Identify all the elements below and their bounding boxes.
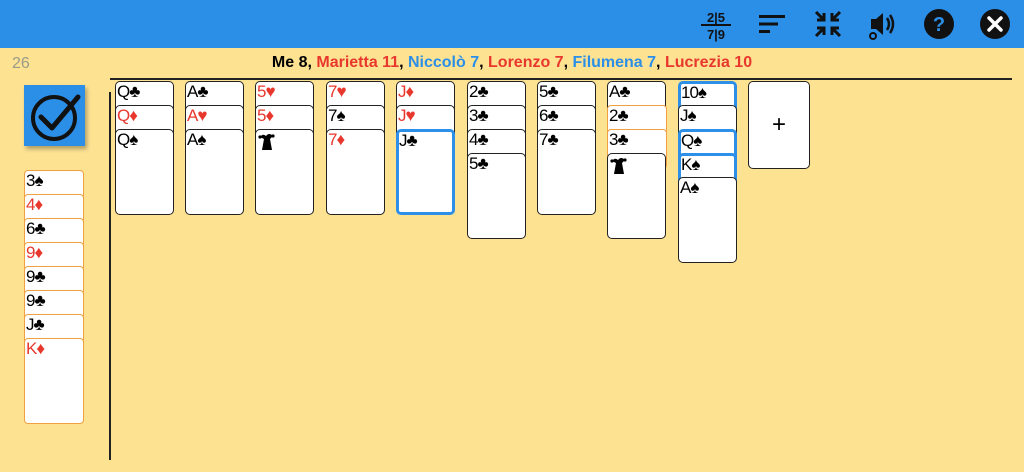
spade-icon: ♠ xyxy=(697,83,707,102)
fraction-bottom-text: 7|9 xyxy=(707,27,725,42)
card-rank: A xyxy=(609,82,620,101)
score-entry: Lorenzo 7 xyxy=(488,54,564,71)
jester-icon xyxy=(258,134,275,150)
heart-icon: ♥ xyxy=(265,82,276,101)
card-7-club[interactable]: 7♣ xyxy=(537,129,596,215)
club-icon: ♣ xyxy=(477,106,489,125)
sound-icon[interactable] xyxy=(864,6,900,42)
club-icon: ♣ xyxy=(617,130,629,149)
score-entry: Marietta 11 xyxy=(316,54,400,71)
club-icon: ♣ xyxy=(547,106,559,125)
divider-horizontal xyxy=(110,78,1012,80)
card-jester[interactable] xyxy=(255,129,314,215)
card-rank: J xyxy=(398,82,406,101)
spade-icon: ♠ xyxy=(690,178,700,197)
spade-icon: ♠ xyxy=(691,155,701,174)
fraction-toggle-icon[interactable]: 2|5 7|9 xyxy=(698,6,734,42)
club-icon: ♣ xyxy=(197,82,209,101)
add-meld-button[interactable]: + xyxy=(748,81,810,169)
score-separator: , xyxy=(656,54,665,71)
club-icon: ♣ xyxy=(477,154,489,173)
collapse-icon[interactable] xyxy=(810,6,846,42)
card-rank: A xyxy=(187,130,198,149)
card-rank: Q xyxy=(117,82,130,101)
spade-icon: ♠ xyxy=(336,106,346,125)
heart-icon: ♥ xyxy=(405,106,416,125)
card-A-spade[interactable]: A♠ xyxy=(678,177,737,263)
score-entry: Lucrezia 10 xyxy=(664,54,753,71)
club-icon: ♣ xyxy=(617,106,629,125)
card-K-diamond[interactable]: K♦ xyxy=(24,338,84,424)
heart-icon: ♥ xyxy=(197,106,208,125)
spade-icon: ♠ xyxy=(687,106,697,125)
card-rank: Q xyxy=(117,130,130,149)
diamond-icon: ♦ xyxy=(405,82,415,101)
card-rank: Q xyxy=(681,131,694,150)
score-separator: , xyxy=(399,54,408,71)
club-icon: ♣ xyxy=(619,82,631,101)
spade-icon: ♠ xyxy=(34,171,44,190)
score-entry: Niccolò 7 xyxy=(407,54,480,71)
scoreboard: Me 8, Marietta 11, Niccolò 7, Lorenzo 7,… xyxy=(0,54,1024,72)
club-icon: ♣ xyxy=(34,219,46,238)
spade-icon: ♠ xyxy=(197,130,207,149)
club-icon: ♣ xyxy=(477,82,489,101)
close-icon[interactable] xyxy=(977,6,1013,42)
card-rank: J xyxy=(680,106,688,125)
score-separator: , xyxy=(479,54,489,71)
club-icon: ♣ xyxy=(547,130,559,149)
check-circle-icon xyxy=(30,94,80,141)
card-rank: A xyxy=(187,82,198,101)
card-rank: J xyxy=(26,315,34,334)
spade-icon: ♠ xyxy=(129,130,139,149)
card-rank: 10 xyxy=(681,83,699,102)
club-icon: ♣ xyxy=(33,315,45,334)
diamond-icon: ♦ xyxy=(129,106,138,125)
card-7-diamond[interactable]: 7♦ xyxy=(326,129,385,215)
club-icon: ♣ xyxy=(129,82,141,101)
card-rank: Q xyxy=(117,106,130,125)
diamond-icon: ♦ xyxy=(34,243,44,262)
score-entry: Me 8 xyxy=(271,54,308,71)
card-rank: A xyxy=(680,178,691,197)
club-icon: ♣ xyxy=(34,267,46,286)
card-rank: K xyxy=(681,155,692,174)
confirm-button[interactable] xyxy=(24,85,85,146)
card-rank: J xyxy=(399,131,407,150)
top-toolbar: 2|5 7|9 ? xyxy=(0,0,1024,48)
diamond-icon: ♦ xyxy=(336,130,346,149)
fraction-top-text: 2|5 xyxy=(707,10,725,25)
card-Q-spade[interactable]: Q♠ xyxy=(115,129,174,215)
card-J-club[interactable]: J♣ xyxy=(396,129,455,215)
spade-icon: ♠ xyxy=(693,131,703,150)
score-entry: Filumena 7 xyxy=(572,54,657,71)
diamond-icon: ♦ xyxy=(265,106,275,125)
diamond-icon: ♦ xyxy=(34,195,44,214)
card-A-spade[interactable]: A♠ xyxy=(185,129,244,215)
club-icon: ♣ xyxy=(547,82,559,101)
jester-icon xyxy=(610,158,627,174)
card-rank: K xyxy=(26,339,37,358)
sort-icon[interactable] xyxy=(754,6,790,42)
divider-vertical xyxy=(109,92,111,460)
club-icon: ♣ xyxy=(477,130,489,149)
help-icon[interactable]: ? xyxy=(921,6,957,42)
club-icon: ♣ xyxy=(34,291,46,310)
card-rank: J xyxy=(398,106,406,125)
card-jester[interactable] xyxy=(607,153,666,239)
svg-text:?: ? xyxy=(933,14,945,36)
club-icon: ♣ xyxy=(406,131,418,150)
diamond-icon: ♦ xyxy=(36,339,46,358)
card-rank: A xyxy=(187,106,198,125)
heart-icon: ♥ xyxy=(336,82,347,101)
card-5-club[interactable]: 5♣ xyxy=(467,153,526,239)
